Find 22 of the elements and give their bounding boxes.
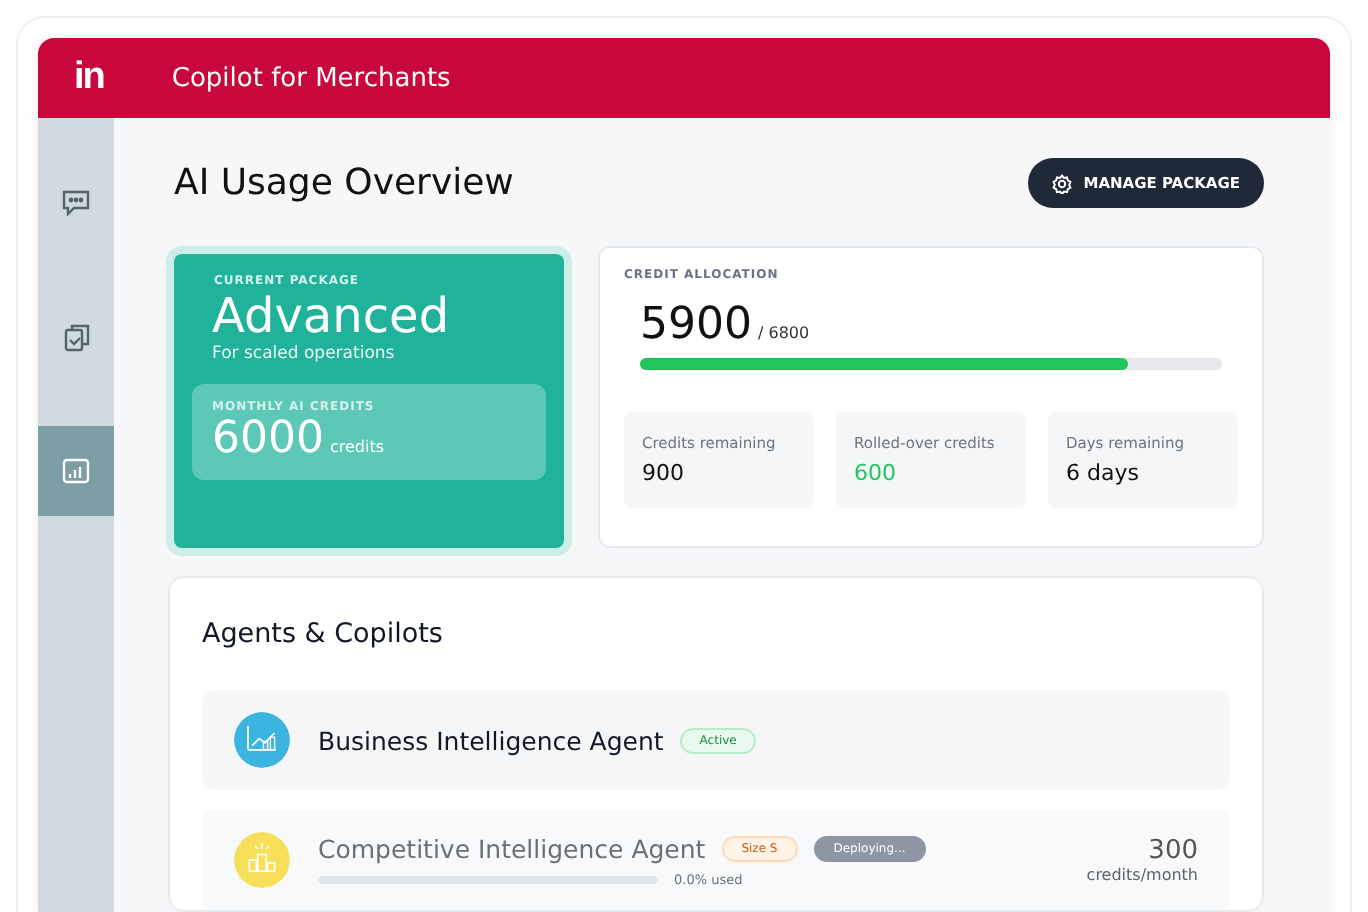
chart-icon <box>62 458 90 484</box>
agent-name: Business Intelligence Agent <box>318 725 664 755</box>
credits-total: / 6800 <box>758 324 810 342</box>
settings-icon <box>1051 173 1072 193</box>
sidebar-item[interactable] <box>38 426 114 516</box>
app-title: Copilot for Merchants <box>171 63 451 93</box>
logo: in <box>74 56 104 100</box>
agent-name: Competitive Intelligence Agent <box>318 833 706 863</box>
clipboard-icon <box>63 322 89 352</box>
page-title: AI Usage Overview <box>174 162 514 204</box>
credits-unit: credits <box>330 438 385 456</box>
stat-value: 600 <box>854 460 898 486</box>
stat-value: 6 days <box>1066 460 1141 486</box>
credits-value: 300 <box>1146 836 1198 866</box>
credits-unit: credits/month <box>1086 866 1198 884</box>
credits-used: 5900 <box>640 300 752 350</box>
section-title: Agents & Copilots <box>202 618 445 650</box>
credits-value: 6000 <box>212 414 324 464</box>
chat-icon <box>62 190 90 216</box>
package-subtitle: For scaled operations <box>212 344 397 364</box>
stat-value: 900 <box>642 460 686 486</box>
package-name: Advanced <box>212 288 452 344</box>
